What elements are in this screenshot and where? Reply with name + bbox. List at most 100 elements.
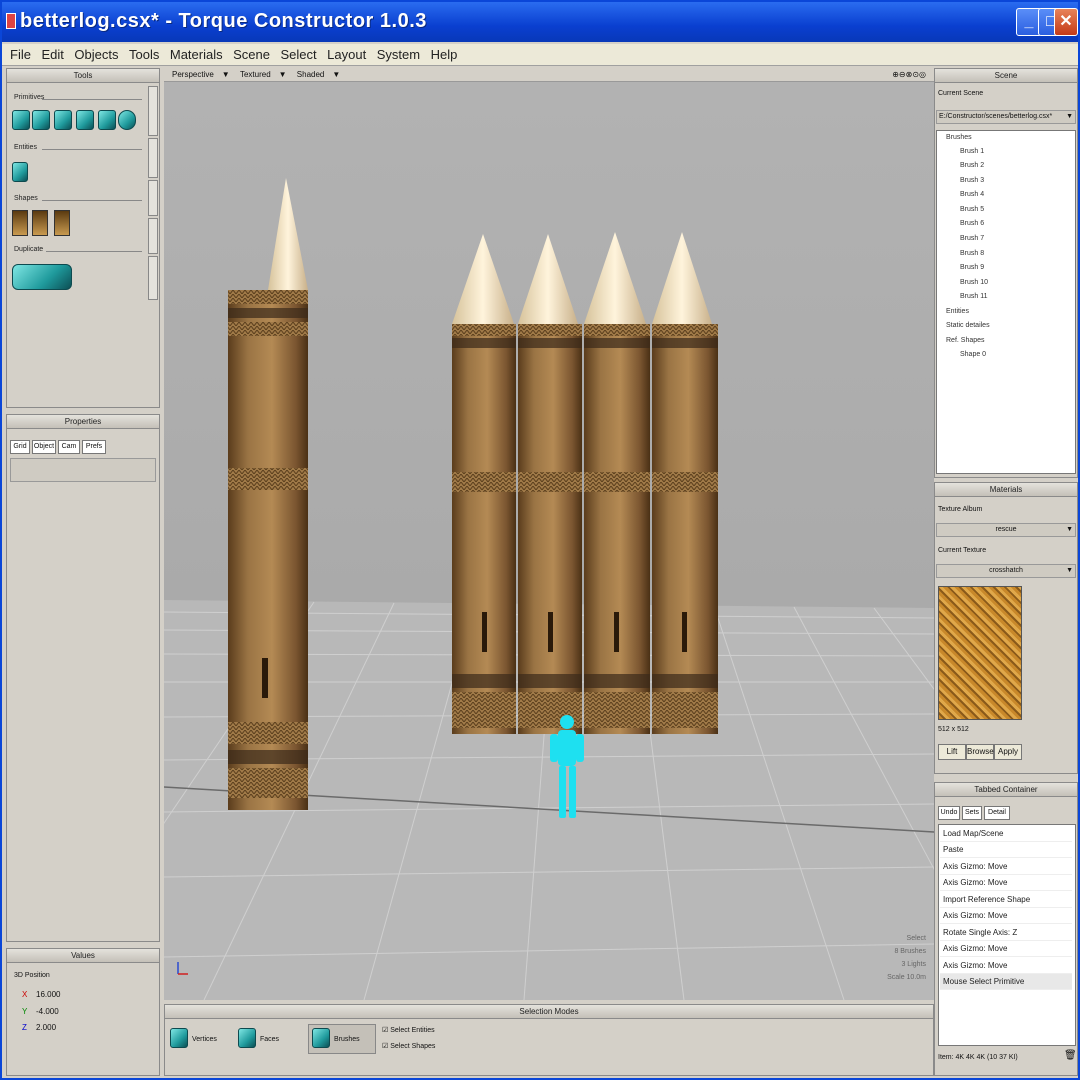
tree-item-entities[interactable]: Entities — [946, 308, 969, 315]
menu-objects[interactable]: Objects — [74, 44, 118, 66]
tree-item-brush[interactable]: Brush 4 — [960, 191, 984, 198]
shape-crate-icon[interactable] — [54, 210, 70, 236]
menu-help[interactable]: Help — [431, 44, 458, 66]
menu-file[interactable]: File — [10, 44, 31, 66]
viewport-nav-icons[interactable]: ⊕⊖⊗⊙◎ — [892, 68, 926, 82]
list-item-selected[interactable]: Mouse Select Primitive — [940, 974, 1072, 990]
group-divider — [42, 149, 142, 150]
tools-side-tab[interactable] — [148, 86, 158, 136]
primitives-label: Primitives — [14, 94, 45, 101]
chevron-down-icon: ▼ — [1066, 526, 1073, 533]
texture-mode-dropdown[interactable]: Textured — [240, 70, 271, 79]
trash-icon[interactable]: 🗑 — [1064, 1050, 1077, 1061]
menu-layout[interactable]: Layout — [327, 44, 366, 66]
tab-detail[interactable]: Detail — [984, 806, 1010, 820]
tools-side-tab[interactable] — [148, 180, 158, 216]
tab-cam[interactable]: Cam — [58, 440, 80, 454]
tree-item-brush[interactable]: Brush 8 — [960, 250, 984, 257]
primitive-cube-icon[interactable] — [12, 110, 30, 130]
list-item[interactable]: Axis Gizmo: Move — [940, 958, 1072, 974]
entity-light-icon[interactable] — [12, 162, 28, 182]
close-button[interactable]: ✕ — [1054, 8, 1078, 36]
tree-item-brush[interactable]: Brush 2 — [960, 162, 984, 169]
tree-item-shape[interactable]: Shape 0 — [960, 351, 986, 358]
duplicate-tools-icon[interactable] — [12, 264, 72, 290]
list-item[interactable]: Load Map/Scene — [940, 826, 1072, 842]
shade-mode-dropdown[interactable]: Shaded — [297, 70, 325, 79]
tab-undo[interactable]: Undo — [938, 806, 960, 820]
select-shapes-checkbox[interactable]: ☑ Select Shapes — [382, 1042, 435, 1050]
list-item[interactable]: Rotate Single Axis: Z — [940, 925, 1072, 941]
tools-side-tab[interactable] — [148, 138, 158, 178]
primitive-cone-icon[interactable] — [76, 110, 94, 130]
select-shapes-label: Select Shapes — [390, 1043, 436, 1050]
menu-scene[interactable]: Scene — [233, 44, 270, 66]
tree-item-brush[interactable]: Brush 5 — [960, 206, 984, 213]
brushes-mode-label[interactable]: Brushes — [334, 1036, 360, 1043]
position-group-label: 3D Position — [14, 972, 50, 979]
x-value[interactable]: 16.000 — [36, 990, 60, 999]
duplicate-label: Duplicate — [14, 246, 44, 253]
viewport-status-mode: Select — [906, 935, 926, 942]
tools-side-tab[interactable] — [148, 256, 158, 300]
shape-figure-icon[interactable] — [32, 210, 48, 236]
tree-item-brush[interactable]: Brush 1 — [960, 148, 984, 155]
primitive-sphere-icon[interactable] — [118, 110, 136, 130]
current-scene-select[interactable]: E:/Constructor/scenes/betterlog.csx* ▼ — [936, 110, 1076, 124]
scene-tree[interactable] — [936, 130, 1076, 474]
z-value[interactable]: 2.000 — [36, 1023, 56, 1032]
tools-side-tab[interactable] — [148, 218, 158, 254]
list-item[interactable]: Axis Gizmo: Move — [940, 875, 1072, 891]
apply-button[interactable]: Apply — [994, 744, 1022, 760]
group-divider — [46, 251, 142, 252]
tab-prefs[interactable]: Prefs — [82, 440, 106, 454]
tree-item-ref-shapes[interactable]: Ref. Shapes — [946, 337, 985, 344]
menu-materials[interactable]: Materials — [170, 44, 223, 66]
tab-sets[interactable]: Sets — [962, 806, 982, 820]
y-value[interactable]: -4.000 — [36, 1007, 59, 1016]
view-mode-dropdown[interactable]: Perspective — [172, 70, 214, 79]
primitive-stairs-icon[interactable] — [54, 110, 72, 130]
primitive-cylinder-icon[interactable] — [98, 110, 116, 130]
menu-select[interactable]: Select — [281, 44, 317, 66]
vertices-mode-label[interactable]: Vertices — [192, 1036, 217, 1043]
select-entities-checkbox[interactable]: ☑ Select Entities — [382, 1026, 435, 1034]
entities-label: Entities — [14, 144, 37, 151]
window-title: betterlog.csx* - Torque Constructor 1.0.… — [20, 10, 427, 32]
menu-system[interactable]: System — [377, 44, 420, 66]
tree-item-brush[interactable]: Brush 11 — [960, 293, 988, 300]
primitive-prism-icon[interactable] — [32, 110, 50, 130]
tree-item-brush[interactable]: Brush 9 — [960, 264, 984, 271]
shape-arch-icon[interactable] — [12, 210, 28, 236]
3d-viewport[interactable]: Select 8 Brushes 3 Lights Scale 10.0m — [164, 82, 934, 1000]
list-item[interactable]: Import Reference Shape — [940, 892, 1072, 908]
current-texture-select[interactable]: crosshatch ▼ — [936, 564, 1076, 578]
browse-button[interactable]: Browse — [966, 744, 994, 760]
tab-object[interactable]: Object — [32, 440, 56, 454]
selection-modes-panel: Selection Modes — [164, 1004, 934, 1076]
properties-toolbar — [10, 458, 156, 482]
tree-item-brush[interactable]: Brush 3 — [960, 177, 984, 184]
vertices-mode-icon[interactable] — [170, 1028, 188, 1048]
lift-button[interactable]: Lift — [938, 744, 966, 760]
tab-grid[interactable]: Grid — [10, 440, 30, 454]
menu-edit[interactable]: Edit — [41, 44, 63, 66]
app-window: betterlog.csx* - Torque Constructor 1.0.… — [0, 0, 1080, 1080]
list-item[interactable]: Axis Gizmo: Move — [940, 941, 1072, 957]
chevron-down-icon: ▼ — [1066, 567, 1073, 574]
texture-preview[interactable] — [938, 586, 1022, 720]
list-item[interactable]: Paste — [940, 842, 1072, 858]
brushes-mode-icon[interactable] — [312, 1028, 330, 1048]
list-item[interactable]: Axis Gizmo: Move — [940, 908, 1072, 924]
tree-item-brush[interactable]: Brush 7 — [960, 235, 984, 242]
menu-tools[interactable]: Tools — [129, 44, 159, 66]
list-item[interactable]: Axis Gizmo: Move — [940, 859, 1072, 875]
tree-item-brushes[interactable]: Brushes — [946, 134, 972, 141]
faces-mode-icon[interactable] — [238, 1028, 256, 1048]
app-icon — [6, 13, 16, 29]
tree-item-static[interactable]: Static detailes — [946, 322, 990, 329]
faces-mode-label[interactable]: Faces — [260, 1036, 279, 1043]
tree-item-brush[interactable]: Brush 6 — [960, 220, 984, 227]
texture-album-select[interactable]: rescue ▼ — [936, 523, 1076, 537]
tree-item-brush[interactable]: Brush 10 — [960, 279, 988, 286]
